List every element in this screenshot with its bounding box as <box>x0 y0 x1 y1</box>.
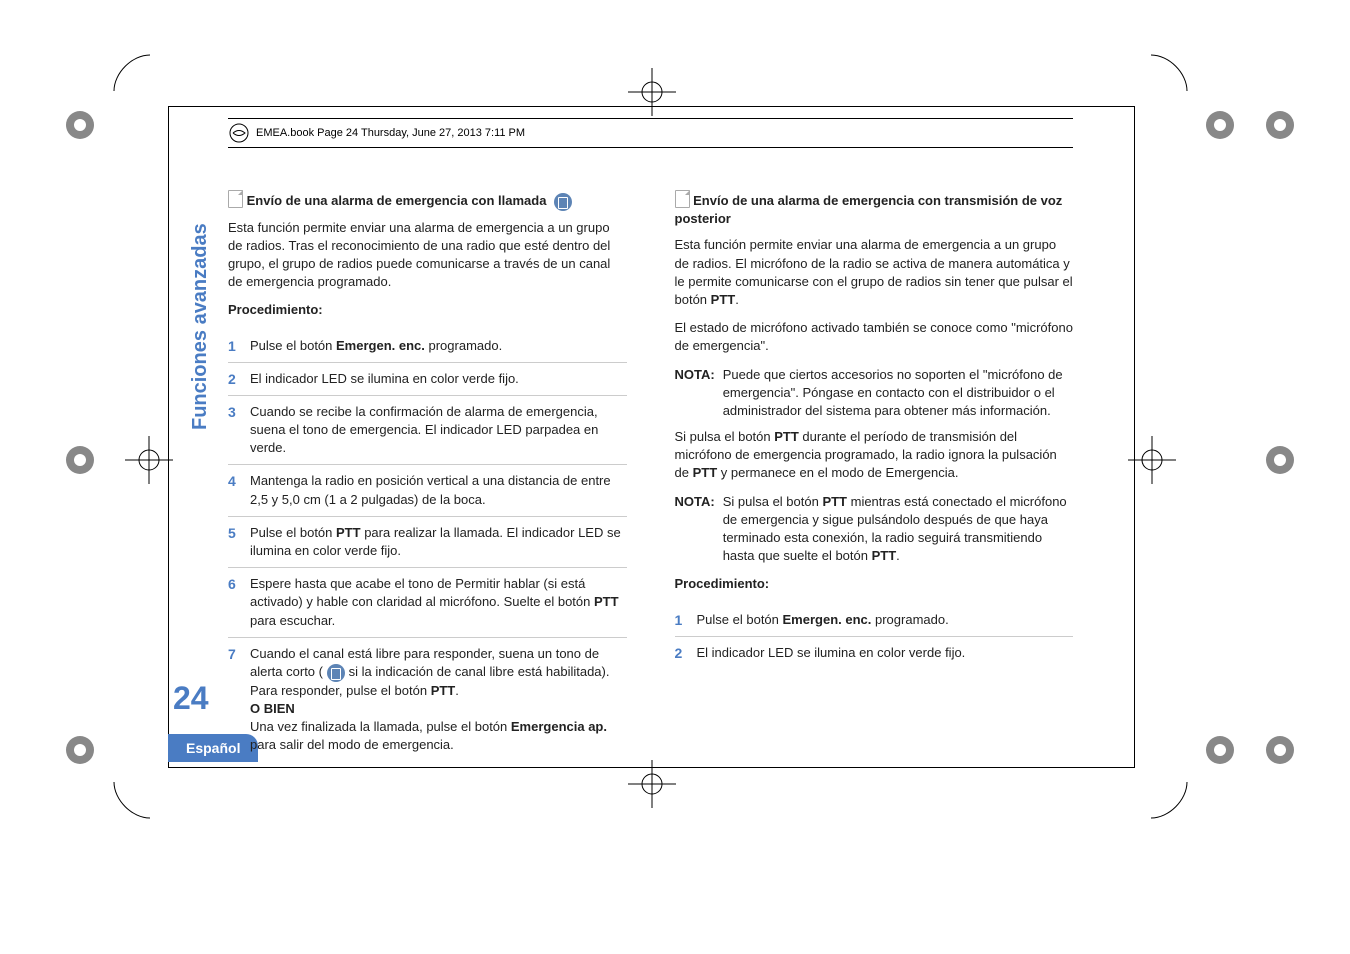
right-column: Envío de una alarma de emergencia con tr… <box>675 190 1074 765</box>
corner-mark-bl <box>112 780 152 820</box>
book-icon <box>228 122 250 144</box>
procedure-list-right: Pulse el botón Emergen. enc. programado.… <box>675 604 1074 669</box>
procedure-list-left: Pulse el botón Emergen. enc. programado.… <box>228 330 627 762</box>
registration-mark <box>1128 436 1176 484</box>
document-icon <box>675 190 690 208</box>
star-mark <box>60 105 100 145</box>
registration-mark <box>628 760 676 808</box>
star-mark <box>1260 105 1300 145</box>
corner-mark-br <box>1149 780 1189 820</box>
star-mark <box>1200 730 1240 770</box>
note-block: NOTA: Si pulsa el botón PTT mientras est… <box>675 493 1074 566</box>
step: Cuando el canal está libre para responde… <box>228 638 627 762</box>
heading-right: Envío de una alarma de emergencia con tr… <box>675 190 1074 228</box>
body-text: El estado de micrófono activado también … <box>675 319 1074 355</box>
page-number: 24 <box>173 680 209 717</box>
body-text: Si pulsa el botón PTT durante el período… <box>675 428 1074 483</box>
registration-mark <box>628 68 676 116</box>
body-text: Esta función permite enviar una alarma d… <box>675 236 1074 309</box>
step: El indicador LED se ilumina en color ver… <box>228 363 627 396</box>
step: Pulse el botón Emergen. enc. programado. <box>675 604 1074 637</box>
star-mark <box>1200 105 1240 145</box>
step: Mantenga la radio en posición vertical a… <box>228 465 627 516</box>
step: Espere hasta que acabe el tono de Permit… <box>228 568 627 638</box>
star-mark <box>1260 440 1300 480</box>
note-label: NOTA: <box>675 493 715 566</box>
star-mark <box>60 730 100 770</box>
corner-mark-tr <box>1149 53 1189 93</box>
note-body: Puede que ciertos accesorios no soporten… <box>723 366 1073 421</box>
intro-text: Esta función permite enviar una alarma d… <box>228 219 627 292</box>
feature-badge-icon <box>554 193 572 211</box>
left-column: Envío de una alarma de emergencia con ll… <box>228 190 627 765</box>
star-mark <box>1260 730 1300 770</box>
feature-badge-icon <box>327 664 345 682</box>
star-mark <box>60 440 100 480</box>
step: Cuando se recibe la confirmación de alar… <box>228 396 627 466</box>
document-icon <box>228 190 243 208</box>
heading-left: Envío de una alarma de emergencia con ll… <box>228 190 627 211</box>
note-body: Si pulsa el botón PTT mientras está cone… <box>723 493 1073 566</box>
step: Pulse el botón Emergen. enc. programado. <box>228 330 627 363</box>
note-label: NOTA: <box>675 366 715 421</box>
step: Pulse el botón PTT para realizar la llam… <box>228 517 627 568</box>
step: El indicador LED se ilumina en color ver… <box>675 637 1074 669</box>
procedure-label: Procedimiento <box>675 576 765 591</box>
procedure-label: Procedimiento <box>228 302 318 317</box>
note-block: NOTA: Puede que ciertos accesorios no so… <box>675 366 1074 421</box>
corner-mark-tl <box>112 53 152 93</box>
running-header: EMEA.book Page 24 Thursday, June 27, 201… <box>228 118 1073 148</box>
registration-mark <box>125 436 173 484</box>
section-label: Funciones avanzadas <box>189 223 211 430</box>
running-header-text: EMEA.book Page 24 Thursday, June 27, 201… <box>256 127 525 139</box>
